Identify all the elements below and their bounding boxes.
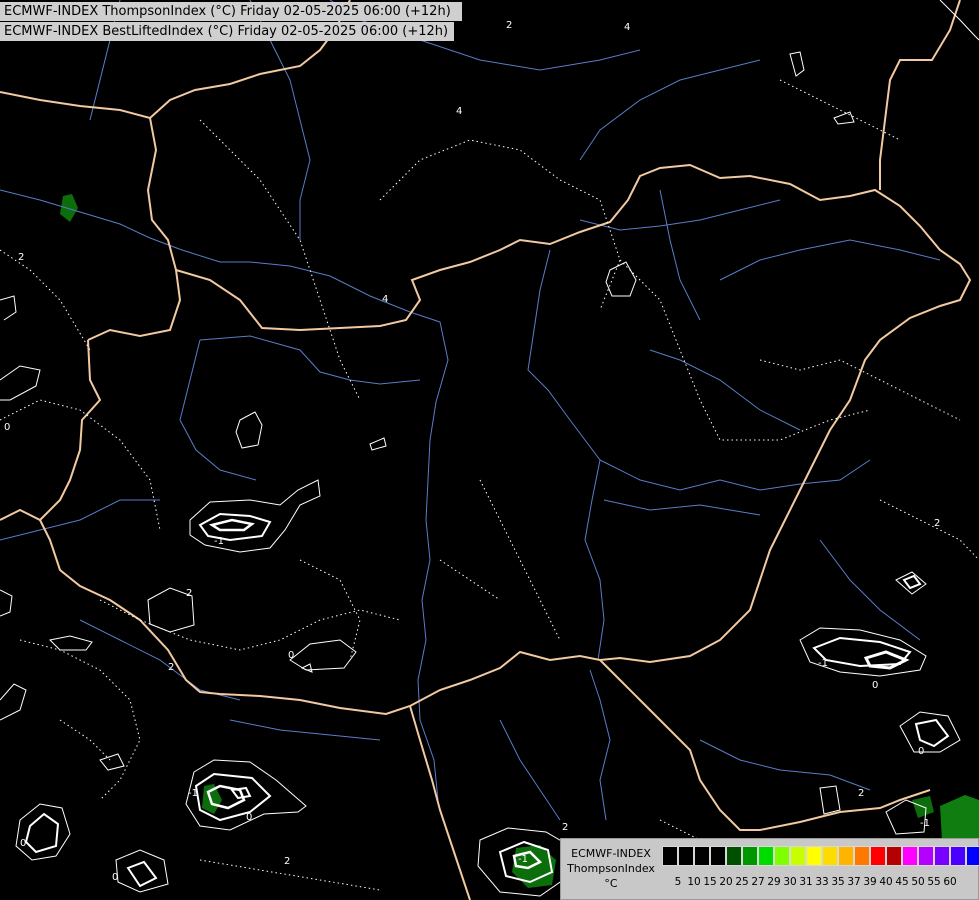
- legend-tick-label: 40: [879, 876, 893, 888]
- contour-label: 0: [872, 680, 878, 691]
- contour-label: 0: [112, 872, 118, 883]
- contour-lines-dotted: [0, 79, 979, 891]
- legend-swatch: [934, 846, 950, 866]
- contour-label: 0: [4, 422, 10, 433]
- legend-tick-label: 55: [927, 876, 941, 888]
- legend-tick-label: 35: [831, 876, 845, 888]
- legend-swatch: [726, 846, 742, 866]
- legend-tick-label: 39: [863, 876, 877, 888]
- map-title-best-lifted-index: ECMWF-INDEX BestLiftedIndex (°C) Friday …: [0, 22, 454, 41]
- legend-tick-label: 45: [895, 876, 909, 888]
- country-borders: [0, 0, 972, 900]
- legend-swatch: [806, 846, 822, 866]
- legend-swatch: [678, 846, 694, 866]
- legend-swatch: [662, 846, 678, 866]
- contour-label: -1: [214, 536, 224, 547]
- contour-label: 4: [456, 106, 462, 117]
- map-title-thompson-index: ECMWF-INDEX ThompsonIndex (°C) Friday 02…: [0, 2, 462, 21]
- legend-swatch: [870, 846, 886, 866]
- legend-swatch: [902, 846, 918, 866]
- legend-tick-label: 60: [943, 876, 957, 888]
- legend-tick-label: 37: [847, 876, 861, 888]
- contour-lines-solid: [0, 0, 979, 897]
- legend-color-bar: [662, 846, 979, 866]
- contour-label: 0: [20, 838, 26, 849]
- legend-tick-label: 33: [815, 876, 829, 888]
- contour-label: 0: [288, 650, 294, 661]
- legend-swatch: [758, 846, 774, 866]
- legend-parameter-label: ThompsonIndex: [567, 862, 655, 875]
- contour-label: -1: [818, 658, 828, 669]
- legend-swatch: [950, 846, 966, 866]
- weather-map: 4 4 4 2 0 2 -1 0 2 2 0 2 -1 0 0 2 2 -1 0…: [0, 0, 979, 900]
- contour-label: -1: [188, 788, 198, 799]
- contour-label: 4: [382, 294, 388, 305]
- legend-tick-label: 25: [735, 876, 749, 888]
- legend-tick-label: 29: [767, 876, 781, 888]
- rivers: [0, 0, 941, 821]
- legend-unit-label: °C: [604, 877, 618, 890]
- contour-label: 2: [168, 662, 174, 673]
- legend-tick-labels: 5 10 15 20 25 27 29 30 31 33 35 37 39 40 45 50 55 60: [662, 876, 979, 890]
- contour-label: 2: [858, 788, 864, 799]
- legend-swatch: [774, 846, 790, 866]
- legend-tick-label: 27: [751, 876, 765, 888]
- legend-swatch: [966, 846, 979, 866]
- contour-label: -1: [920, 818, 930, 829]
- legend-swatch: [790, 846, 806, 866]
- contour-label: 2: [562, 822, 568, 833]
- legend-swatch: [710, 846, 726, 866]
- legend-swatch: [694, 846, 710, 866]
- legend-swatch: [886, 846, 902, 866]
- legend-swatch: [854, 846, 870, 866]
- legend-swatch: [838, 846, 854, 866]
- legend-tick-label: 15: [703, 876, 717, 888]
- weather-map-viewer: 4 4 4 2 0 2 -1 0 2 2 0 2 -1 0 0 2 2 -1 0…: [0, 0, 979, 900]
- contour-label: 2: [18, 252, 24, 263]
- contour-label: -1: [518, 854, 528, 865]
- contour-label: 0: [246, 812, 252, 823]
- legend-swatch: [822, 846, 838, 866]
- legend-tick-label: 20: [719, 876, 733, 888]
- contour-label: 4: [624, 22, 630, 33]
- legend-swatch: [918, 846, 934, 866]
- legend-tick-label: 30: [783, 876, 797, 888]
- legend-model-label: ECMWF-INDEX: [571, 847, 651, 860]
- contour-label: 2: [186, 588, 192, 599]
- legend-tick-label: 50: [911, 876, 925, 888]
- contour-label: 2: [284, 856, 290, 867]
- contour-label: 0: [918, 746, 924, 757]
- contour-labels: 4 4 4 2 0 2 -1 0 2 2 0 2 -1 0 0 2 2 -1 0…: [4, 20, 940, 883]
- contour-label: 2: [934, 518, 940, 529]
- legend-tick-label: 10: [687, 876, 701, 888]
- legend-swatch: [742, 846, 758, 866]
- color-legend: ECMWF-INDEX ThompsonIndex °C 5 10 15 20 25 27…: [560, 838, 979, 900]
- legend-tick-label: 5: [674, 876, 682, 888]
- contour-label: 2: [506, 20, 512, 31]
- legend-tick-label: 31: [799, 876, 813, 888]
